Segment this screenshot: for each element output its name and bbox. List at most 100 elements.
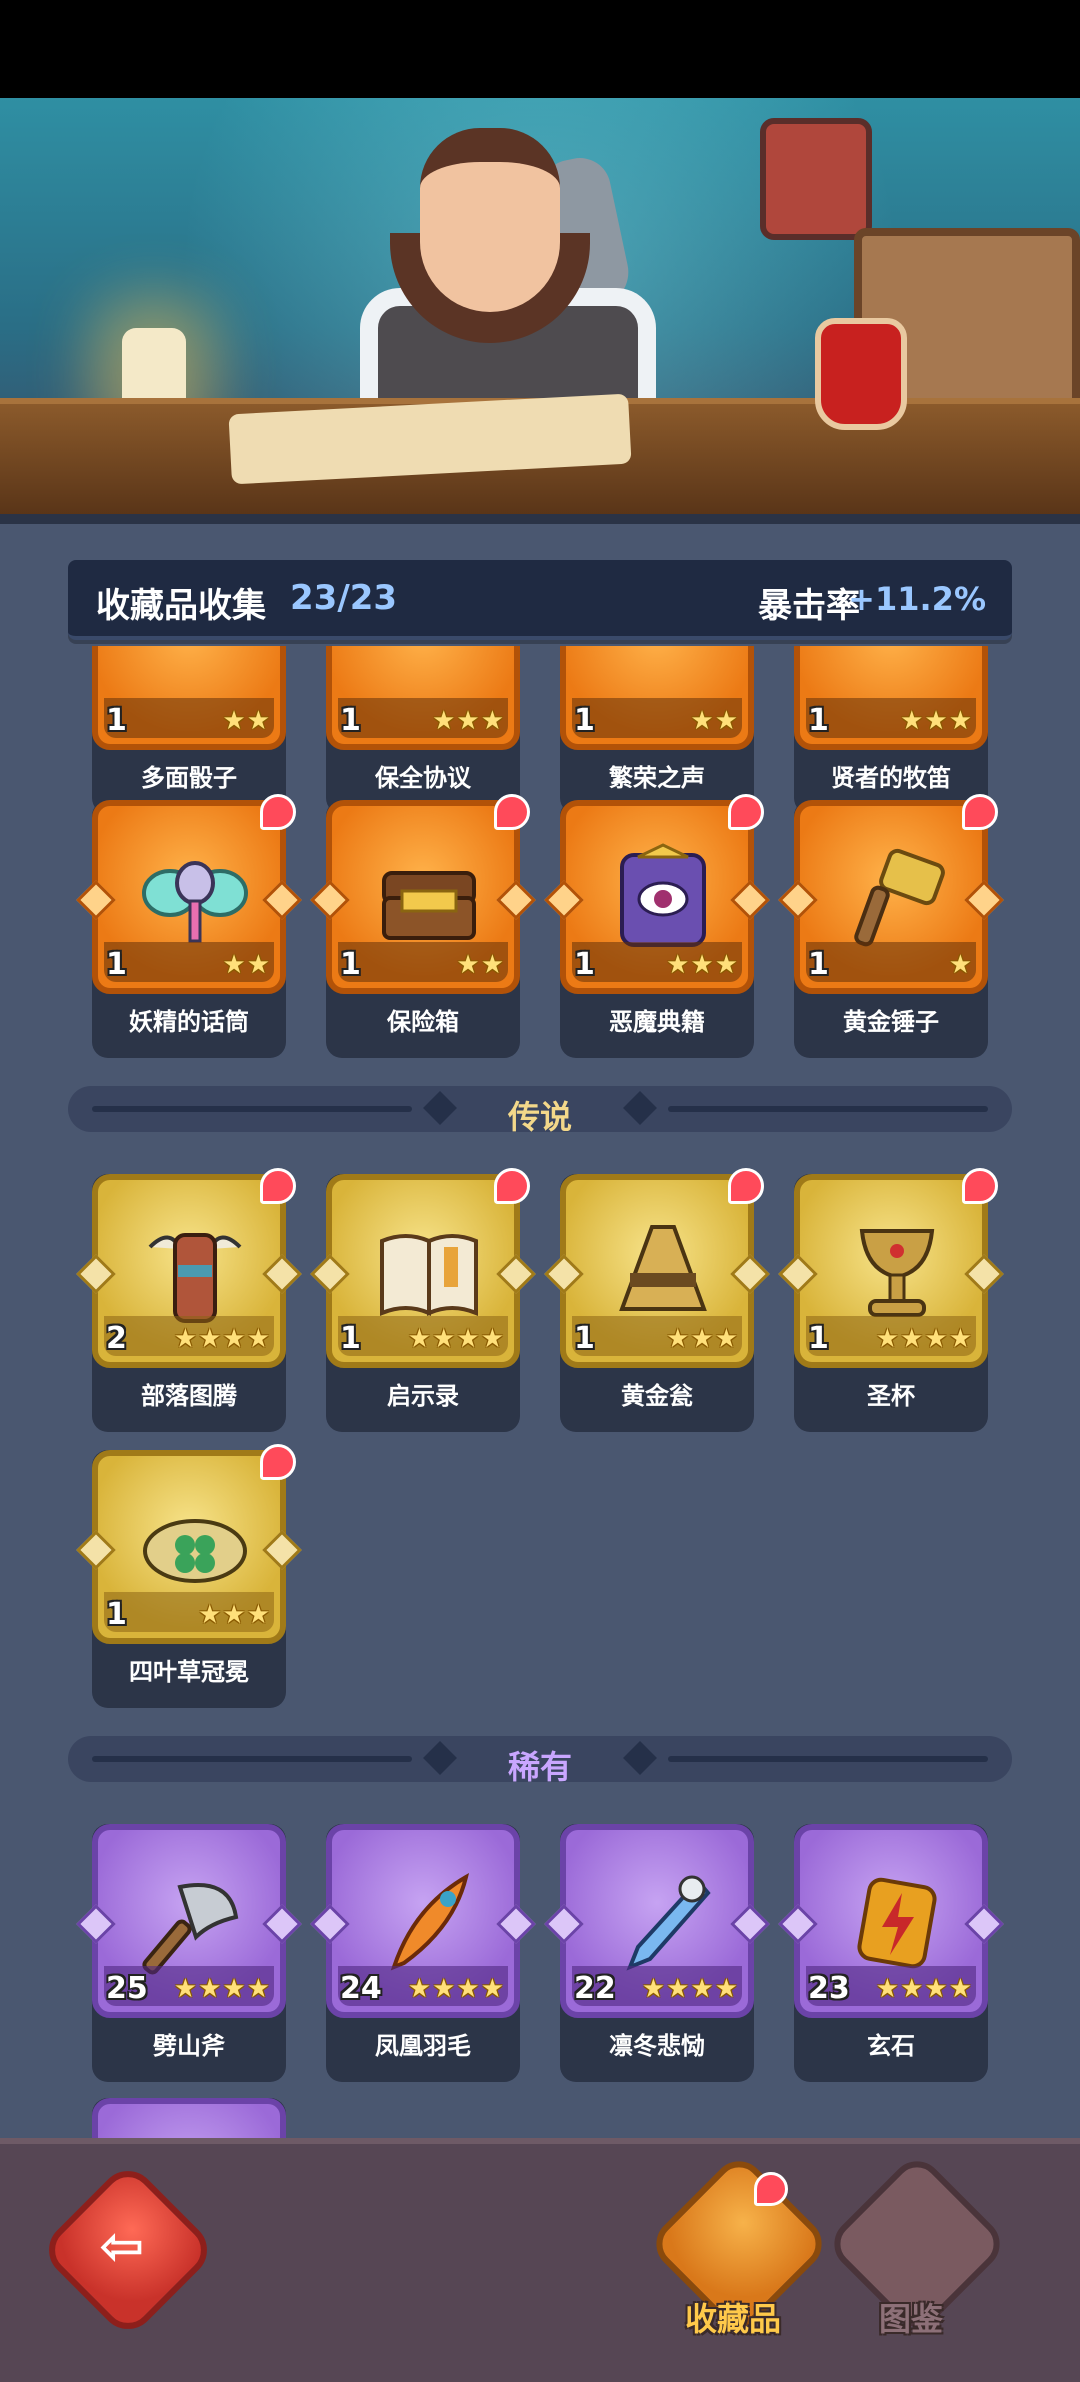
star-rating: ★ ★ ★ ★: [173, 1324, 270, 1354]
collectible-card[interactable]: 1 ★ ★ ★ 四叶草冠冕: [76, 1444, 302, 1712]
star-rating: ★ ★: [222, 706, 270, 736]
golden-hammer-icon: [837, 838, 957, 958]
holy-grail-icon: [837, 1212, 957, 1332]
star-rating: ★ ★ ★ ★: [875, 1974, 972, 2004]
collectible-card[interactable]: 1 ★ 黄金锤子: [778, 794, 1004, 1062]
demon-book-icon: [603, 838, 723, 958]
item-name: 凛冬悲恸: [609, 2032, 705, 2060]
star-rating: ★ ★ ★ ★: [407, 1324, 504, 1354]
item-name: 保全协议: [375, 764, 471, 792]
star-rating: ★ ★ ★: [198, 1600, 270, 1630]
phoenix-feather-icon: [369, 1862, 489, 1982]
star-rating: ★ ★ ★ ★: [875, 1324, 972, 1354]
new-notification-badge: [494, 1168, 530, 1204]
item-level: 1: [808, 703, 829, 738]
back-arrow-icon: ⇦: [99, 2214, 145, 2278]
nav-tab-collection-label: 收藏品: [684, 2300, 781, 2338]
item-level: 25: [106, 1971, 148, 2006]
status-bar: [0, 0, 1080, 98]
lightning-stone-icon: [837, 1862, 957, 1982]
new-notification-badge: [754, 2172, 788, 2206]
item-level: 1: [808, 1321, 829, 1356]
new-notification-badge: [962, 1168, 998, 1204]
new-notification-badge: [962, 794, 998, 830]
tribal-mask-decoration: [760, 118, 872, 240]
item-level: 1: [106, 947, 127, 982]
star-rating: ★ ★: [222, 950, 270, 980]
item-level: 23: [808, 1971, 850, 2006]
open-book-icon: [369, 1212, 489, 1332]
item-name: 凤凰羽毛: [375, 2032, 471, 2060]
item-name: 四叶草冠冕: [129, 1658, 249, 1686]
collectible-card[interactable]: 1 ★ ★ 多面骰子: [92, 646, 286, 818]
star-rating: ★ ★ ★ ★: [407, 1974, 504, 2004]
item-name: 保险箱: [387, 1008, 459, 1036]
item-name: 繁荣之声: [609, 764, 705, 792]
star-rating: ★ ★ ★ ★: [641, 1974, 738, 2004]
new-notification-badge: [494, 794, 530, 830]
item-level: 1: [574, 1321, 595, 1356]
item-level: 1: [106, 703, 127, 738]
collectible-card[interactable]: 1 ★ ★ ★ 贤者的牧笛: [794, 646, 988, 818]
star-rating: ★ ★: [690, 706, 738, 736]
section-label-rare: 稀有: [507, 1748, 572, 1786]
collection-scroll-area[interactable]: 1 ★ ★ 多面骰子 1 ★ ★ ★ 保全协议 1 ★ ★ 繁荣之声 1 ★ ★ ★ 贤者的…: [0, 646, 1080, 2138]
collectible-card[interactable]: 2 ★ ★ ★ ★ 部落图腾: [76, 1168, 302, 1436]
collectible-card[interactable]: 1 ★ ★ ★ ★ 启示录: [310, 1168, 536, 1436]
star-rating: ★ ★ ★: [432, 706, 504, 736]
item-name: 圣杯: [867, 1382, 915, 1410]
back-button[interactable]: ⇦: [37, 2159, 219, 2341]
collectible-card[interactable]: 1 ★ ★ 妖精的话筒: [76, 794, 302, 1062]
item-level: 22: [574, 1971, 616, 2006]
star-rating: ★ ★ ★ ★: [173, 1974, 270, 2004]
item-name: 黄金瓮: [621, 1382, 693, 1410]
item-name: 玄石: [867, 2032, 915, 2060]
new-notification-badge: [728, 1168, 764, 1204]
item-name: 多面骰子: [141, 764, 237, 792]
treasure-chest-icon: [369, 838, 489, 958]
collectible-card[interactable]: 1 ★ ★ ★ 保全协议: [326, 646, 520, 818]
collectible-card[interactable]: 1 ★ ★ ★ 恶魔典籍: [544, 794, 770, 1062]
crit-rate-label: 暴击率: [758, 586, 860, 626]
item-level: 1: [340, 947, 361, 982]
item-name: 恶魔典籍: [609, 1008, 705, 1036]
section-label-legend: 传说: [507, 1098, 572, 1136]
collection-count: 23/23: [290, 578, 398, 618]
nav-tab-codex[interactable]: 图鉴: [823, 2150, 1011, 2358]
star-rating: ★ ★ ★: [666, 1324, 738, 1354]
item-name: 部落图腾: [141, 1382, 237, 1410]
frost-sword-icon: [603, 1862, 723, 1982]
item-name: 劈山斧: [153, 2032, 225, 2060]
item-level: 1: [340, 1321, 361, 1356]
collectible-card[interactable]: 23 ★ ★ ★ ★ 玄石: [778, 1824, 1004, 2086]
item-level: 1: [106, 1597, 127, 1632]
butterfly-mic-icon: [135, 838, 255, 958]
item-level: 1: [574, 703, 595, 738]
collectible-card[interactable]: 22 ★ ★ ★ ★ 凛冬悲恸: [544, 1824, 770, 2086]
star-rating: ★ ★: [456, 950, 504, 980]
collectible-card[interactable]: 1 ★ ★ ★ 黄金瓮: [544, 1168, 770, 1436]
golden-urn-icon: [603, 1212, 723, 1332]
item-level: 1: [574, 947, 595, 982]
dwarf-merchant-character: [330, 118, 656, 456]
bottom-nav-bar: ⇦ 收藏品 图鉴: [0, 2138, 1080, 2382]
collectible-card[interactable]: 24 ★ ★ ★ ★ 凤凰羽毛: [310, 1824, 536, 2086]
collection-title: 收藏品收集: [96, 586, 266, 626]
collectible-card[interactable]: 1 ★ ★ 繁荣之声: [560, 646, 754, 818]
crit-rate-value: +11.2%: [848, 580, 986, 618]
section-header-legend: 传说: [68, 1086, 1012, 1136]
item-name: 妖精的话筒: [129, 1008, 249, 1036]
collectible-card[interactable]: 1 ★ ★ 保险箱: [310, 794, 536, 1062]
new-notification-badge: [260, 1168, 296, 1204]
star-rating: ★ ★ ★: [666, 950, 738, 980]
nav-tab-collection[interactable]: 收藏品: [645, 2150, 833, 2358]
new-notification-badge: [260, 794, 296, 830]
item-name: 黄金锤子: [843, 1008, 939, 1036]
item-level: 1: [340, 703, 361, 738]
collectible-card[interactable]: [92, 2098, 286, 2138]
new-notification-badge: [260, 1444, 296, 1480]
clover-crown-icon: [135, 1488, 255, 1608]
collectible-card[interactable]: 1 ★ ★ ★ ★ 圣杯: [778, 1168, 1004, 1436]
star-rating: ★: [948, 950, 972, 980]
collectible-card[interactable]: 25 ★ ★ ★ ★ 劈山斧: [76, 1824, 302, 2086]
